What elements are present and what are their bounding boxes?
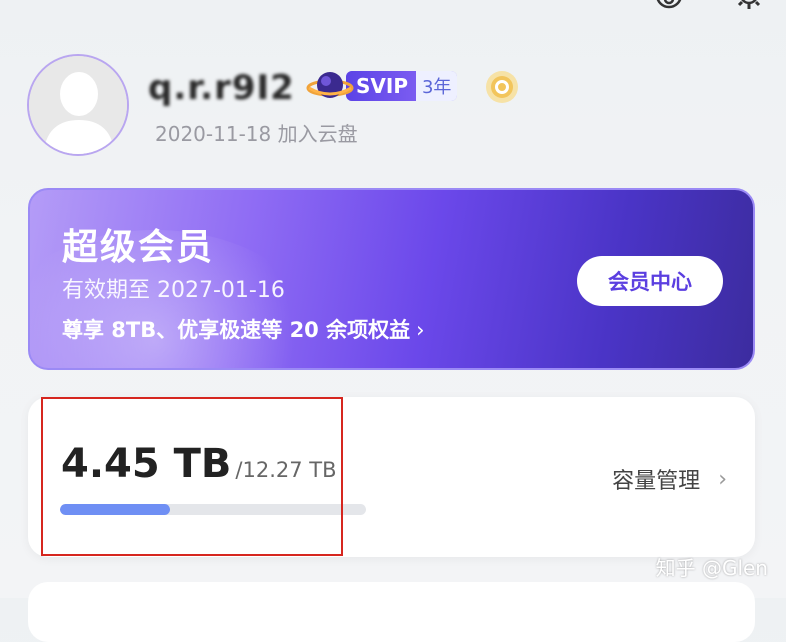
join-date: 2020-11-18 加入云盘 — [155, 122, 358, 146]
svip-years: 3年 — [415, 71, 458, 101]
settings-gear-icon[interactable] — [732, 0, 766, 12]
chevron-right-icon: › — [416, 318, 425, 342]
capacity-management-link[interactable]: 容量管理 › — [612, 463, 727, 495]
coin-icon[interactable] — [484, 69, 520, 105]
watermark: 知乎 @Glen — [655, 556, 768, 580]
avatar[interactable] — [27, 54, 129, 156]
chevron-right-icon: › — [718, 466, 727, 492]
svip-label: SVIP — [346, 71, 416, 101]
capacity-management-label: 容量管理 — [612, 469, 701, 494]
headset-icon[interactable] — [652, 0, 686, 12]
vip-card[interactable]: 超级会员 有效期至 2027-01-16 尊享 8TB、优享极速等 20 余项权… — [28, 188, 755, 370]
member-center-button[interactable]: 会员中心 — [577, 256, 723, 306]
vip-expire-date: 有效期至 2027-01-16 — [62, 278, 285, 303]
vip-title: 超级会员 — [62, 227, 215, 268]
svip-pill: SVIP 3年 — [346, 71, 458, 101]
vip-benefits-text: 尊享 8TB、优享极速等 20 余项权益 — [62, 318, 411, 342]
planet-icon — [306, 72, 354, 98]
default-avatar-icon — [29, 56, 127, 154]
username: q.r.r9I2 — [148, 68, 295, 108]
red-highlight-box — [41, 397, 343, 556]
svip-badge[interactable]: SVIP 3年 — [306, 68, 458, 104]
top-icons — [652, 0, 766, 12]
vip-benefits-link[interactable]: 尊享 8TB、优享极速等 20 余项权益 › — [62, 314, 425, 344]
next-card — [28, 582, 755, 642]
